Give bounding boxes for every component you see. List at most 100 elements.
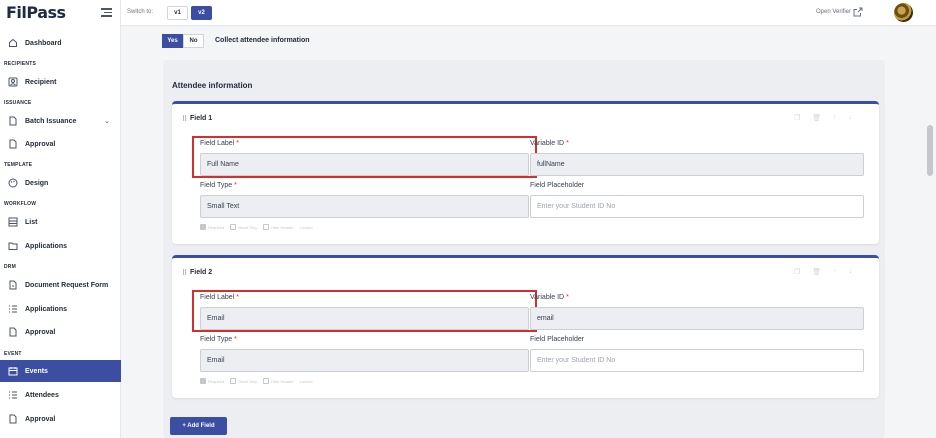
sidebar-item-label: List — [25, 218, 38, 226]
variable-id-caption: Variable ID * — [530, 140, 569, 147]
sidebar-item-label: Applications — [25, 242, 68, 250]
duplicate-icon[interactable]: ❐ — [794, 114, 800, 122]
section-recipients: RECIPIENTS — [4, 61, 37, 67]
open-verifier-link[interactable]: Open Verifier — [816, 9, 851, 15]
document-form-icon — [7, 280, 18, 291]
sidebar: FilPass Dashboard RECIPIENTS Recipient I… — [0, 0, 121, 438]
document-check-icon — [7, 139, 18, 150]
list-numbered-icon — [7, 304, 18, 315]
document-icon — [7, 116, 18, 127]
sidebar-item-label: Approval — [25, 328, 56, 336]
field-card-title: Field 1 — [190, 115, 213, 122]
sidebar-item-label: Batch Issuance — [25, 117, 77, 125]
add-field-button[interactable]: + Add Field — [170, 417, 227, 435]
hide-header-checkbox[interactable]: Hide Header — [263, 378, 294, 384]
home-icon — [7, 38, 18, 49]
section-event: EVENT — [4, 351, 22, 357]
scrollbar-track[interactable] — [924, 26, 936, 438]
sidebar-item-approval-event[interactable]: Approval — [0, 408, 121, 430]
panel-title: Attendee information — [172, 81, 253, 90]
list-numbered-icon — [7, 390, 18, 401]
collect-toggle: Yes No — [162, 34, 204, 48]
switch-version-label: Switch to: — [127, 9, 154, 15]
sidebar-item-approval-issuance[interactable]: Approval — [0, 133, 121, 155]
field-card: ⠿ Field 2 ❐ 🗑 ↑ ↓ Field Label * Email Va… — [172, 255, 879, 398]
arrow-down-icon[interactable]: ↓ — [849, 268, 853, 276]
yes-button[interactable]: Yes — [162, 34, 183, 48]
arrow-down-icon[interactable]: ↓ — [849, 114, 853, 122]
scrollbar-thumb[interactable] — [927, 125, 933, 176]
card-actions: ❐ 🗑 ↑ ↓ — [794, 114, 852, 122]
field-placeholder-caption: Field Placeholder — [530, 336, 585, 343]
external-link-icon[interactable] — [853, 7, 863, 17]
locked-option[interactable]: Locked — [300, 379, 313, 384]
sidebar-item-label: Document Request Form — [25, 281, 109, 289]
sidebar-item-label: Events — [25, 367, 48, 375]
arrow-up-icon[interactable]: ↑ — [833, 114, 837, 122]
trash-icon[interactable]: 🗑 — [812, 268, 821, 276]
arrow-up-icon[interactable]: ↑ — [833, 268, 837, 276]
sidebar-item-label: Applications — [25, 305, 68, 313]
sidebar-item-approval-drm[interactable]: Approval — [0, 321, 121, 343]
field-options: Required Read Only Hide Header Locked — [200, 378, 313, 384]
sidebar-item-label: Design — [25, 179, 49, 187]
field-options: Required Read Only Hide Header Locked — [200, 224, 313, 230]
document-check-icon — [7, 327, 18, 338]
sidebar-item-document-request-form[interactable]: Document Request Form — [0, 274, 121, 296]
required-checkbox[interactable]: Required — [200, 224, 224, 230]
required-checkbox[interactable]: Required — [200, 378, 224, 384]
field-placeholder-input[interactable]: Enter your Student ID No — [530, 195, 864, 218]
version-v2-button[interactable]: v2 — [191, 6, 212, 20]
sidebar-item-design[interactable]: Design — [0, 172, 121, 194]
trash-icon[interactable]: 🗑 — [812, 114, 821, 122]
sidebar-item-attendees[interactable]: Attendees — [0, 384, 121, 406]
variable-id-caption: Variable ID * — [530, 294, 569, 301]
sidebar-item-label: Approval — [25, 415, 56, 423]
drag-handle-icon[interactable]: ⠿ — [182, 115, 187, 123]
field-card-title: Field 2 — [190, 269, 213, 276]
menu-toggle-icon[interactable] — [101, 8, 112, 17]
sidebar-item-batch-issuance[interactable]: Batch Issuance ⌄ — [0, 110, 121, 132]
read-only-checkbox[interactable]: Read Only — [230, 378, 257, 384]
avatar[interactable] — [894, 3, 913, 22]
sidebar-item-applications-drm[interactable]: Applications — [0, 298, 121, 320]
field-card: ⠿ Field 1 ❐ 🗑 ↑ ↓ Field Label * Full Nam… — [172, 101, 879, 244]
sidebar-item-label: Approval — [25, 140, 56, 148]
main-content: Yes No Collect attendee information Atte… — [121, 26, 924, 438]
section-template: TEMPLATE — [4, 162, 33, 168]
chevron-down-icon: ⌄ — [104, 118, 110, 125]
sidebar-item-dashboard[interactable]: Dashboard — [0, 32, 121, 54]
field-type-select[interactable]: Small Text — [200, 195, 529, 218]
field-type-select[interactable]: Email — [200, 349, 529, 372]
sidebar-item-label: Recipient — [25, 78, 57, 86]
field-type-caption: Field Type * — [200, 336, 237, 343]
variable-id-input[interactable]: fullName — [530, 153, 864, 176]
sidebar-item-label: Dashboard — [25, 39, 62, 47]
list-icon — [7, 217, 18, 228]
person-card-icon — [7, 77, 18, 88]
read-only-checkbox[interactable]: Read Only — [230, 224, 257, 230]
sidebar-item-applications-workflow[interactable]: Applications — [0, 235, 121, 257]
palette-icon — [7, 178, 18, 189]
version-v1-button[interactable]: v1 — [167, 6, 188, 20]
sidebar-item-label: Attendees — [25, 391, 59, 399]
duplicate-icon[interactable]: ❐ — [794, 268, 800, 276]
variable-id-input[interactable]: email — [530, 307, 864, 330]
sidebar-item-recipient[interactable]: Recipient — [0, 71, 121, 93]
field-placeholder-input[interactable]: Enter your Student ID No — [530, 349, 864, 372]
section-issuance: ISSUANCE — [4, 100, 32, 106]
highlight-box — [192, 136, 537, 178]
drag-handle-icon[interactable]: ⠿ — [182, 269, 187, 277]
sidebar-item-events[interactable]: Events — [0, 360, 121, 382]
calendar-icon — [7, 366, 18, 377]
highlight-box — [192, 290, 537, 332]
section-drm: DRM — [4, 264, 16, 270]
collect-attendee-label: Collect attendee information — [215, 37, 310, 44]
filpass-logo[interactable]: FilPass — [6, 3, 66, 22]
attendee-info-panel: Attendee information ⠿ Field 1 ❐ 🗑 ↑ ↓ F… — [163, 60, 885, 438]
section-workflow: WORKFLOW — [4, 201, 37, 207]
hide-header-checkbox[interactable]: Hide Header — [263, 224, 294, 230]
sidebar-item-list[interactable]: List — [0, 211, 121, 233]
no-button[interactable]: No — [183, 34, 204, 48]
locked-option[interactable]: Locked — [300, 225, 313, 230]
